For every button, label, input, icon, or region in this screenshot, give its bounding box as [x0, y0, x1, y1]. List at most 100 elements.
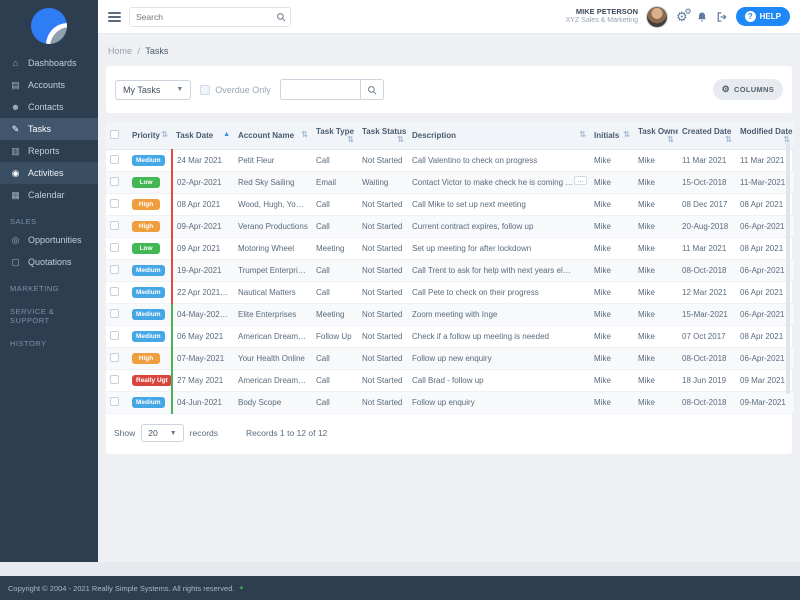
global-search-input[interactable] — [129, 6, 291, 27]
user-menu[interactable]: MIKE PETERSON XYZ Sales & Marketing — [566, 7, 638, 25]
cell-account-name[interactable]: Petit Fleur — [234, 149, 312, 172]
column-header-description[interactable]: Description ⇅ — [408, 122, 590, 150]
cell-created-date: 12 Mar 2021 — [678, 281, 736, 304]
column-header-account-name[interactable]: Account Name ⇅ — [234, 122, 312, 150]
column-header-task-status[interactable]: Task Status ⇅ — [358, 122, 408, 150]
table-search-input[interactable] — [279, 79, 360, 100]
cell-description: Call Valentino to check on progress… — [408, 149, 590, 172]
table-row[interactable]: Medium 04-Jun-2021 Body Scope Call Not S… — [106, 391, 794, 414]
cell-description: Follow up new enquiry… — [408, 347, 590, 370]
sort-icon[interactable]: ⇅ — [397, 136, 404, 144]
column-header-task-date[interactable]: Task Date ▲ — [172, 122, 234, 150]
breadcrumb-home[interactable]: Home — [108, 46, 132, 56]
sidebar-item-accounts[interactable]: ▤ Accounts — [0, 74, 98, 96]
cell-account-name[interactable]: Body Scope — [234, 391, 312, 414]
cell-account-name[interactable]: Wood, Hugh, Young & Hygell — [234, 193, 312, 216]
sidebar-item-quotations[interactable]: ▢ Quotations — [0, 251, 98, 273]
table-row[interactable]: Medium 22 Apr 2021 09:00 Nautical Matter… — [106, 281, 794, 304]
row-checkbox[interactable] — [110, 375, 119, 384]
sidebar-item-activities[interactable]: ◉ Activities — [0, 162, 98, 184]
select-all-checkbox[interactable] — [110, 130, 119, 139]
search-icon[interactable] — [276, 12, 286, 22]
settings-icon[interactable]: ⚙ ⚙ — [676, 8, 692, 24]
cell-task-type: Call — [312, 391, 358, 414]
avatar[interactable] — [646, 5, 668, 28]
table-row[interactable]: Really Ugt 27 May 2021 American Dreamers… — [106, 369, 794, 392]
column-header-task-owner[interactable]: Task Owner⇅ — [634, 122, 678, 150]
view-select[interactable]: My Tasks ▼ — [115, 79, 192, 100]
table-search-button[interactable] — [359, 79, 384, 100]
row-checkbox[interactable] — [110, 199, 119, 208]
table-row[interactable]: Medium 19-Apr-2021 Trumpet Enterprises C… — [106, 259, 794, 282]
row-checkbox[interactable] — [110, 177, 119, 186]
row-checkbox[interactable] — [110, 331, 119, 340]
sort-icon[interactable]: ⇅ — [579, 131, 586, 139]
notifications-icon[interactable] — [696, 11, 708, 23]
overdue-only-filter[interactable]: Overdue Only — [200, 84, 271, 95]
sort-icon[interactable]: ⇅ — [667, 136, 674, 144]
sidebar-section-marketing[interactable]: MARKETING — [0, 273, 98, 296]
table-row[interactable]: Medium 24 Mar 2021 Petit Fleur Call Not … — [106, 149, 794, 172]
cell-task-status: Not Started — [358, 259, 408, 282]
sidebar-item-calendar[interactable]: ▦ Calendar — [0, 184, 98, 206]
sort-icon[interactable]: ⇅ — [725, 136, 732, 144]
sidebar-item-tasks[interactable]: ✎ Tasks — [0, 118, 98, 140]
cell-account-name[interactable]: Verano Productions — [234, 215, 312, 238]
row-checkbox[interactable] — [110, 243, 119, 252]
cell-account-name[interactable]: Red Sky Sailing — [234, 171, 312, 194]
tasks-icon: ✎ — [11, 123, 20, 134]
row-checkbox[interactable] — [110, 353, 119, 362]
column-header-priority[interactable]: Priority ⇅ — [128, 122, 172, 150]
column-header-created-date[interactable]: Created Date ⇅ — [678, 122, 736, 150]
help-button[interactable]: ? HELP — [735, 7, 790, 26]
cell-account-name[interactable]: American Dreamers — [234, 369, 312, 392]
table-row[interactable]: High 08 Apr 2021 Wood, Hugh, Young & Hyg… — [106, 193, 794, 216]
cell-task-date: 08 Apr 2021 — [171, 193, 234, 216]
sort-icon[interactable]: ⇅ — [623, 131, 630, 139]
page-size-select[interactable]: 20 ▼ — [141, 424, 184, 442]
sidebar-section-history[interactable]: HISTORY — [0, 328, 98, 351]
description-ellipsis-button[interactable]: … — [574, 176, 587, 185]
sidebar-item-reports[interactable]: ▥ Reports — [0, 140, 98, 162]
cell-account-name[interactable]: Trumpet Enterprises — [234, 259, 312, 282]
cell-account-name[interactable]: Elite Enterprises — [234, 303, 312, 326]
sort-icon[interactable]: ⇅ — [347, 136, 354, 144]
row-checkbox[interactable] — [110, 265, 119, 274]
sort-icon[interactable]: ⇅ — [161, 131, 168, 139]
column-header-task-type[interactable]: Task Type ⇅ — [312, 122, 358, 150]
menu-icon[interactable] — [108, 11, 121, 22]
column-header-initials[interactable]: Initials ⇅ — [590, 122, 634, 150]
cell-task-date: 09 Apr 2021 — [171, 237, 234, 260]
cell-account-name[interactable]: American Dreamers — [234, 325, 312, 348]
cell-task-owner: Mike — [634, 303, 678, 326]
table-row[interactable]: Low 02-Apr-2021 Red Sky Sailing Email Wa… — [106, 171, 794, 194]
footer: Copyright © 2004 - 2021 Really Simple Sy… — [0, 576, 800, 600]
cell-account-name[interactable]: Nautical Matters — [234, 281, 312, 304]
sidebar-item-opportunities[interactable]: ◎ Opportunities — [0, 229, 98, 251]
sort-icon[interactable]: ⇅ — [301, 131, 308, 139]
table-row[interactable]: Low 09 Apr 2021 Motoring Wheel Meeting N… — [106, 237, 794, 260]
cell-task-date: 22 Apr 2021 09:00 — [171, 281, 234, 304]
scrollbar[interactable] — [786, 142, 790, 394]
table-row[interactable]: Medium 06 May 2021 American Dreamers Fol… — [106, 325, 794, 348]
cell-initials: Mike — [590, 391, 634, 414]
sidebar-item-dashboards[interactable]: ⌂ Dashboards — [0, 52, 98, 74]
overdue-only-checkbox[interactable] — [200, 84, 211, 95]
brand-logo[interactable] — [0, 0, 98, 52]
table-row[interactable]: High 09-Apr-2021 Verano Productions Call… — [106, 215, 794, 238]
cell-account-name[interactable]: Motoring Wheel — [234, 237, 312, 260]
sort-ascending-icon[interactable]: ▲ — [223, 131, 230, 139]
cell-account-name[interactable]: Your Health Online — [234, 347, 312, 370]
row-checkbox[interactable] — [110, 397, 119, 406]
row-checkbox[interactable] — [110, 221, 119, 230]
row-checkbox[interactable] — [110, 155, 119, 164]
row-checkbox[interactable] — [110, 309, 119, 318]
logout-icon[interactable] — [716, 11, 728, 23]
sidebar-item-contacts[interactable]: ☻ Contacts — [0, 96, 98, 118]
table-row[interactable]: Medium 04-May-2021 12:00 Elite Enterpris… — [106, 303, 794, 326]
sidebar-section-service-support[interactable]: SERVICE & SUPPORT — [0, 296, 98, 328]
priority-badge: Medium — [132, 155, 165, 166]
table-row[interactable]: High 07-May-2021 Your Health Online Call… — [106, 347, 794, 370]
row-checkbox[interactable] — [110, 287, 119, 296]
columns-button[interactable]: ⚙ COLUMNS — [712, 79, 783, 100]
